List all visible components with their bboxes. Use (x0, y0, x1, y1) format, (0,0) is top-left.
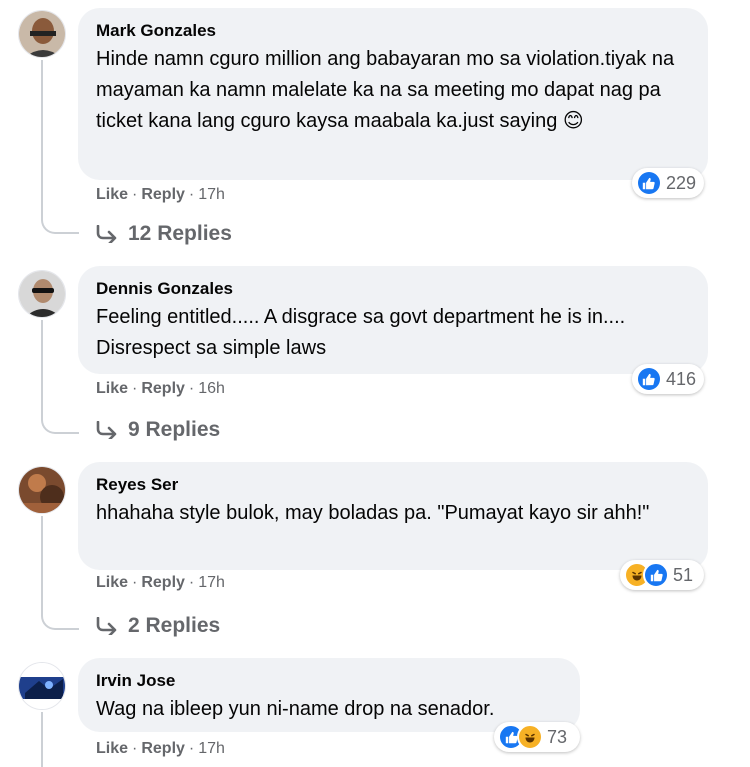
comment-text: Hinde namn cguro million ang babayaran m… (96, 48, 675, 132)
avatar[interactable] (18, 10, 66, 58)
thread-line (41, 516, 43, 606)
separator: · (188, 186, 195, 203)
view-replies-button[interactable]: 12 Replies (96, 222, 232, 246)
replies-count-label: 9 Replies (128, 418, 221, 441)
reaction-count: 73 (547, 726, 568, 747)
comment-author[interactable]: Irvin Jose (96, 670, 562, 692)
like-link[interactable]: Like (96, 740, 128, 757)
avatar[interactable] (18, 466, 66, 514)
reactions-summary[interactable]: 73 (494, 722, 580, 752)
reaction-count: 229 (665, 172, 696, 193)
avatar[interactable] (18, 662, 66, 710)
like-reaction-icon (636, 170, 662, 196)
replies-count-label: 2 Replies (128, 614, 221, 637)
view-replies-button[interactable]: 9 Replies (96, 418, 220, 442)
like-reaction-icon (643, 562, 669, 588)
comment-time[interactable]: 17h (198, 740, 225, 757)
haha-reaction-icon (517, 724, 543, 750)
reaction-count: 416 (665, 368, 696, 389)
comment-time[interactable]: 17h (198, 574, 225, 591)
comment-actions: Like · Reply · 16h (96, 380, 225, 398)
comment-mark-gonzales: Mark Gonzales Hinde namn cguro million a… (0, 0, 750, 250)
reaction-count: 51 (673, 564, 694, 585)
comment-author[interactable]: Dennis Gonzales (96, 278, 690, 300)
separator: · (132, 740, 138, 757)
comment-text: hhahaha style bulok, may boladas pa. "Pu… (96, 502, 650, 524)
replies-count-label: 12 Replies (128, 222, 232, 245)
reply-arrow-icon (96, 225, 117, 243)
reply-link[interactable]: Reply (141, 740, 185, 757)
thread-connector (41, 208, 79, 234)
thread-connector (41, 408, 79, 434)
reply-arrow-icon (96, 421, 117, 439)
comment-dennis-gonzales: Dennis Gonzales Feeling entitled..... A … (0, 262, 750, 452)
reactions-summary[interactable]: 229 (632, 168, 704, 198)
view-replies-button[interactable]: 2 Replies (96, 614, 220, 638)
comment-bubble: Dennis Gonzales Feeling entitled..... A … (78, 266, 708, 374)
separator: · (188, 574, 195, 591)
reactions-summary[interactable]: 416 (632, 364, 704, 394)
comment-author[interactable]: Mark Gonzales (96, 20, 690, 42)
like-reaction-icon (636, 366, 662, 392)
comment-actions: Like · Reply · 17h (96, 740, 225, 758)
separator: · (132, 574, 138, 591)
reply-link[interactable]: Reply (141, 186, 185, 203)
thread-line (41, 320, 43, 410)
separator: · (132, 380, 138, 397)
comment-reyes-ser: Reyes Ser hhahaha style bulok, may bolad… (0, 458, 750, 648)
comment-actions: Like · Reply · 17h (96, 186, 225, 204)
avatar[interactable] (18, 270, 66, 318)
thread-connector (41, 604, 79, 630)
separator: · (132, 186, 138, 203)
like-link[interactable]: Like (96, 574, 128, 591)
comment-bubble: Irvin Jose Wag na ibleep yun ni-name dro… (78, 658, 580, 732)
separator: · (188, 380, 195, 397)
comment-actions: Like · Reply · 17h (96, 574, 225, 592)
separator: · (188, 740, 195, 757)
comment-text: Wag na ibleep yun ni-name drop na senado… (96, 698, 495, 720)
comment-text: Feeling entitled..... A disgrace sa govt… (96, 306, 626, 359)
comment-bubble: Reyes Ser hhahaha style bulok, may bolad… (78, 462, 708, 570)
reply-link[interactable]: Reply (141, 380, 185, 397)
reply-arrow-icon (96, 617, 117, 635)
comment-time[interactable]: 16h (198, 380, 225, 397)
like-link[interactable]: Like (96, 380, 128, 397)
thread-line (41, 712, 43, 767)
reactions-summary[interactable]: 51 (620, 560, 704, 590)
comment-time[interactable]: 17h (198, 186, 225, 203)
like-link[interactable]: Like (96, 186, 128, 203)
thread-line (41, 60, 43, 210)
comment-irvin-jose: Irvin Jose Wag na ibleep yun ni-name dro… (0, 654, 750, 767)
reply-link[interactable]: Reply (141, 574, 185, 591)
comment-author[interactable]: Reyes Ser (96, 474, 690, 496)
comment-bubble: Mark Gonzales Hinde namn cguro million a… (78, 8, 708, 180)
